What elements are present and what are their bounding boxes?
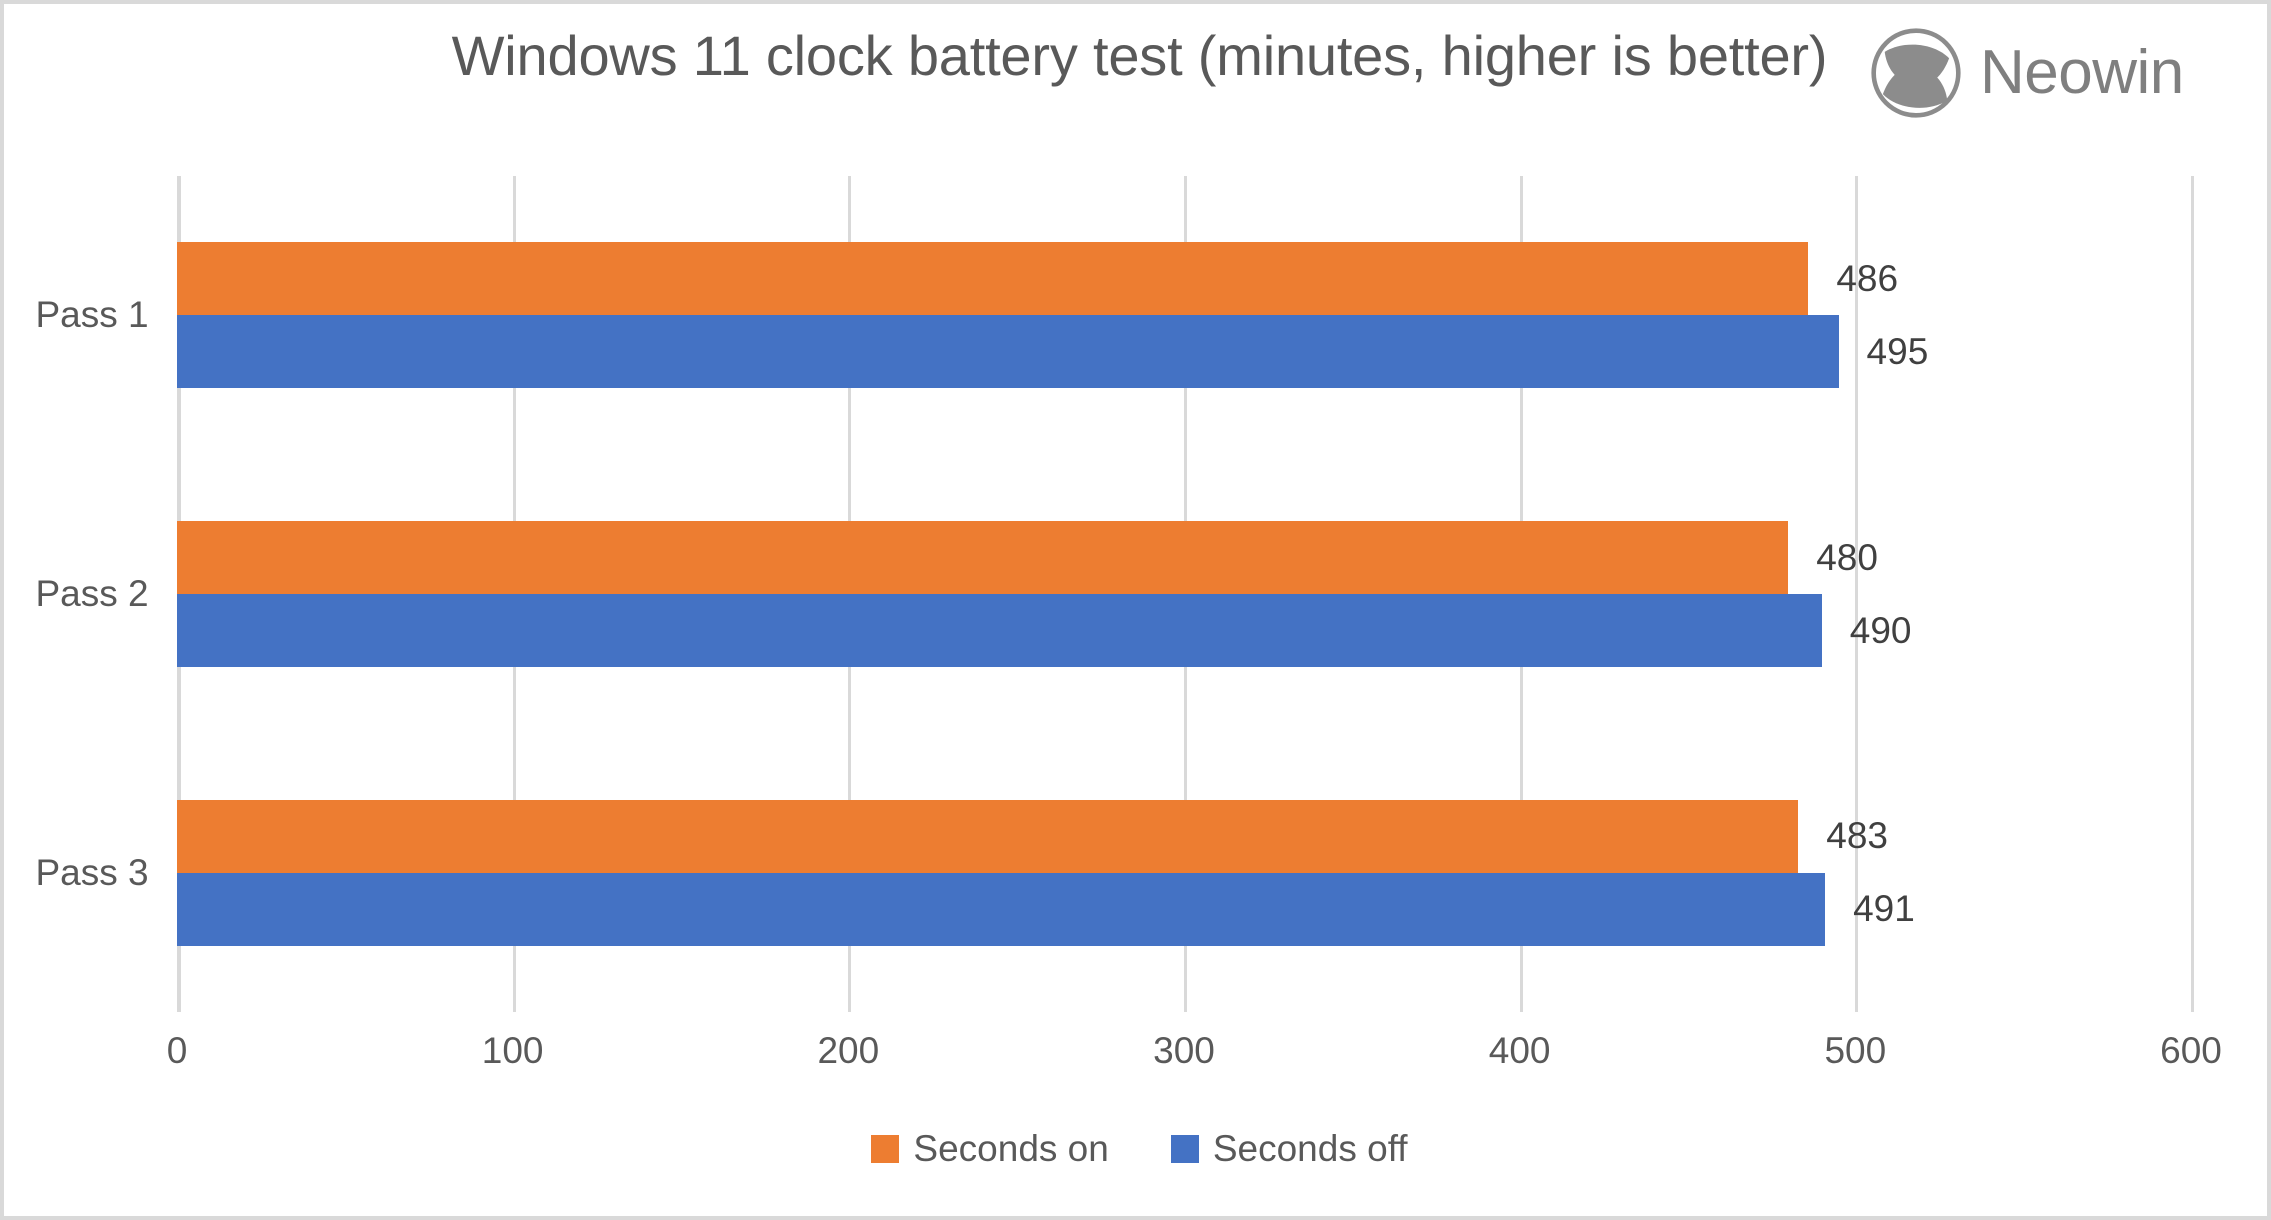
gridline — [1855, 176, 1859, 1012]
legend-label: Seconds off — [1212, 1128, 1408, 1169]
legend-label: Seconds on — [913, 1128, 1109, 1169]
bar-value-label: 480 — [1816, 536, 1878, 578]
neowin-watermark: Neowin — [1870, 28, 2184, 118]
bar — [177, 872, 1826, 946]
chart-canvas: Windows 11 clock battery test (minutes, … — [0, 0, 2271, 1220]
bar-value-label: 486 — [1836, 257, 1899, 299]
x-tick-label: 500 — [1824, 1030, 1887, 1071]
bar — [177, 594, 1822, 667]
y-category-label: Pass 3 — [35, 851, 149, 893]
bar — [177, 315, 1839, 389]
y-category-label: Pass 1 — [35, 294, 149, 336]
legend-item[interactable]: Seconds on — [871, 1128, 1109, 1169]
x-tick-label: 600 — [2160, 1030, 2222, 1071]
bar-value-label: 495 — [1866, 330, 1929, 372]
bar — [177, 242, 1809, 316]
gridline — [2191, 176, 2194, 1012]
neowin-wordmark: Neowin — [1980, 38, 2184, 107]
x-tick-label: 300 — [1153, 1030, 1215, 1071]
bar-value-label: 491 — [1853, 888, 1915, 930]
bar-value-label: 490 — [1849, 609, 1912, 651]
x-tick-label: 400 — [1488, 1030, 1551, 1071]
x-tick-label: 100 — [481, 1030, 544, 1071]
legend-swatch-icon — [1170, 1134, 1199, 1163]
legend-swatch-icon — [871, 1134, 900, 1163]
x-tick-label: 200 — [817, 1030, 880, 1071]
bar-value-label: 483 — [1826, 815, 1888, 857]
plot-area: 486 495 480 490 483 491 — [177, 176, 2194, 1012]
neowin-circle-icon — [1871, 28, 1961, 118]
x-tick-label: 0 — [166, 1030, 188, 1071]
bar — [177, 521, 1789, 594]
y-category-label: Pass 2 — [35, 573, 149, 614]
legend-item[interactable]: Seconds off — [1170, 1128, 1408, 1169]
legend: Seconds on Seconds off — [4, 1128, 2267, 1169]
bar — [177, 799, 1799, 873]
